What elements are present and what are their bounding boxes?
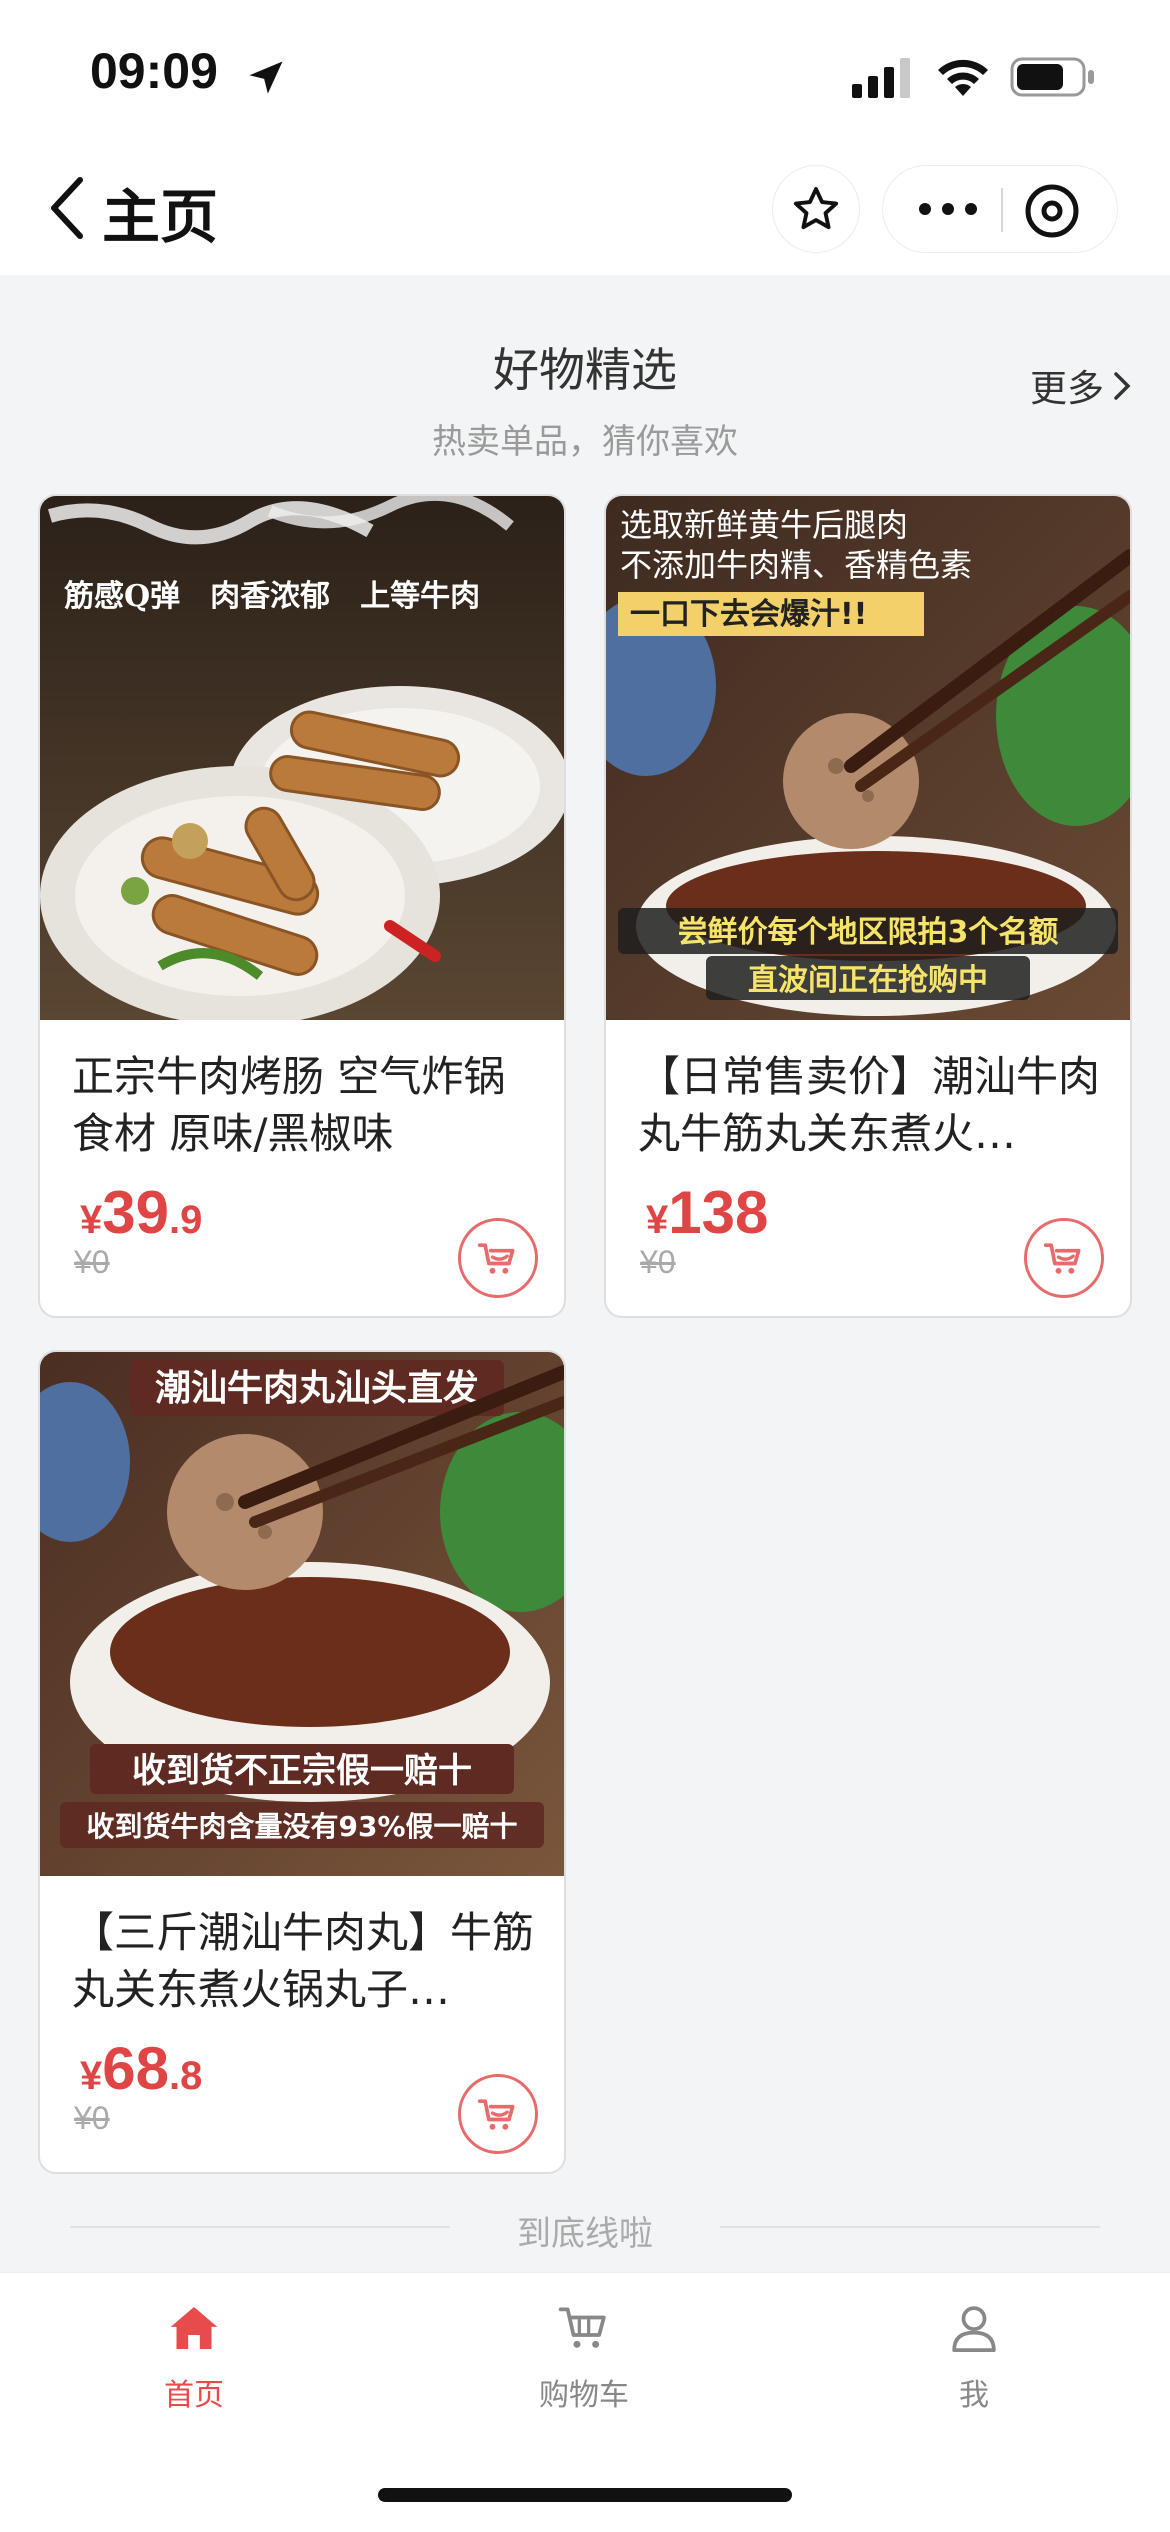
product-title[interactable]: 【三斤潮汕牛肉丸】牛筋丸关东煮火锅丸子… <box>72 1904 542 2018</box>
product-card[interactable]: 选取新鲜黄牛后腿肉 不添加牛肉精、香精色素 一口下去会爆汁!! 尝鲜价每个地区限… <box>604 494 1132 1318</box>
add-to-cart-button[interactable] <box>458 1218 538 1298</box>
signal-icon <box>852 58 910 98</box>
home-indicator <box>378 2488 792 2502</box>
end-of-list-text: 到底线啦 <box>517 2214 653 2254</box>
more-link[interactable]: 更多 <box>1030 358 1104 412</box>
image-caption: 直波间正在抢购中 <box>748 963 988 998</box>
product-image[interactable]: 潮汕牛肉丸汕头直发 收到货不正宗假一赔十 收到货牛肉含量没有93%假一赔十 <box>40 1352 564 1876</box>
cart-icon <box>1043 1243 1081 1274</box>
tab-label: 购物车 <box>539 2378 629 2413</box>
price-decimal: .8 <box>169 2054 203 2098</box>
product-title[interactable]: 【日常售卖价】潮汕牛肉丸牛筋丸关东煮火… <box>638 1048 1108 1162</box>
location-arrow-icon <box>249 61 283 94</box>
product-price: ¥138 <box>646 1178 768 1247</box>
product-image[interactable]: 选取新鲜黄牛后腿肉 不添加牛肉精、香精色素 一口下去会爆汁!! 尝鲜价每个地区限… <box>606 496 1130 1020</box>
price-currency: ¥ <box>646 1198 669 1242</box>
original-price: ¥0 <box>640 1244 676 1280</box>
add-to-cart-button[interactable] <box>458 2074 538 2154</box>
image-caption: 尝鲜价每个地区限拍3个名额 <box>678 915 1059 950</box>
original-price: ¥0 <box>74 1244 110 1280</box>
cart-icon <box>558 2307 606 2348</box>
tab-home[interactable]: 首页 <box>94 2300 294 2414</box>
mini-program-capsule <box>882 165 1118 253</box>
add-to-cart-button[interactable] <box>1024 1218 1104 1298</box>
status-time: 09:09 <box>90 43 218 99</box>
section-subtitle: 热卖单品，猜你喜欢 <box>432 422 738 462</box>
product-card[interactable]: 潮汕牛肉丸汕头直发 收到货不正宗假一赔十 收到货牛肉含量没有93%假一赔十 【三… <box>38 1350 566 2174</box>
image-caption: 潮汕牛肉丸汕头直发 <box>155 1368 479 1409</box>
image-caption: 一口下去会爆汁!! <box>630 597 867 632</box>
chevron-right-icon[interactable] <box>1112 370 1132 402</box>
image-caption: 筋感Q弹 肉香浓郁 上等牛肉 <box>64 579 480 614</box>
price-integer: 39 <box>102 1179 169 1246</box>
wifi-icon <box>938 59 988 96</box>
battery-icon <box>1010 57 1094 97</box>
section-title: 好物精选 <box>493 343 677 397</box>
image-caption: 不添加牛肉精、香精色素 <box>620 546 972 584</box>
image-caption: 选取新鲜黄牛后腿肉 <box>620 506 908 544</box>
more-dots-icon[interactable] <box>913 194 983 224</box>
capsule-divider <box>1001 188 1003 232</box>
product-card[interactable]: 筋感Q弹 肉香浓郁 上等牛肉 正宗牛肉烤肠 空气炸锅食材 原味/黑椒味 ¥39.… <box>38 494 566 1318</box>
price-currency: ¥ <box>80 1198 103 1242</box>
favorite-button[interactable] <box>772 165 860 253</box>
cart-icon <box>477 1243 515 1274</box>
close-circle-icon[interactable] <box>1023 182 1081 240</box>
product-price: ¥68.8 <box>80 2034 202 2103</box>
star-icon <box>793 187 839 230</box>
back-chevron-icon[interactable] <box>48 176 88 240</box>
cart-icon <box>477 2099 515 2130</box>
image-caption: 收到货不正宗假一赔十 <box>132 1751 472 1791</box>
product-image[interactable]: 筋感Q弹 肉香浓郁 上等牛肉 <box>40 496 564 1020</box>
home-icon <box>170 2307 218 2349</box>
image-caption: 收到货牛肉含量没有93%假一赔十 <box>86 1810 517 1843</box>
tab-cart[interactable]: 购物车 <box>484 2300 684 2414</box>
price-integer: 68 <box>102 2035 169 2102</box>
original-price: ¥0 <box>74 2100 110 2136</box>
tab-me[interactable]: 我 <box>874 2300 1074 2414</box>
product-title[interactable]: 正宗牛肉烤肠 空气炸锅食材 原味/黑椒味 <box>72 1048 542 1162</box>
price-integer: 138 <box>668 1179 769 1246</box>
product-price: ¥39.9 <box>80 1178 202 1247</box>
price-currency: ¥ <box>80 2054 103 2098</box>
user-icon <box>952 2306 996 2353</box>
back-button-label[interactable]: 主页 <box>102 170 218 254</box>
tab-label: 我 <box>959 2378 989 2413</box>
tab-label: 首页 <box>164 2378 224 2413</box>
price-decimal: .9 <box>169 1198 203 1242</box>
